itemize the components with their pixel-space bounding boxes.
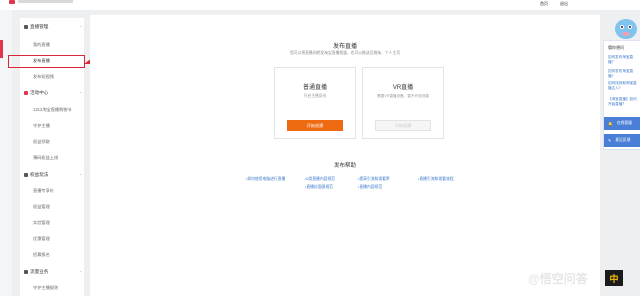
create-normal-live-button[interactable]: 开始创建: [287, 120, 343, 131]
publish-title: 发布直播: [332, 44, 357, 50]
faq-link[interactable]: 如何发布淘宝直播？: [608, 69, 640, 79]
card-title: 普通直播: [302, 85, 327, 91]
help-link[interactable]: 直播内容规范: [358, 185, 382, 190]
help-title: 发布帮助: [333, 163, 356, 169]
publish-subtitle: 您可以将直播间转发淘宝直播频道，也可以推送至微淘、个人主页: [289, 51, 401, 55]
create-vr-live-button: 开始创建: [375, 120, 431, 131]
card-desc: 需要VR直播设备，暂不开放创建: [377, 94, 429, 98]
mascot-icon: [615, 19, 637, 39]
help-link[interactable]: 提高引流和观看率: [358, 177, 389, 182]
watermark-logo: 中: [605, 270, 623, 286]
feedback-label: 意见反馈: [615, 138, 631, 142]
service-label: 在线客服: [616, 121, 632, 125]
help-link[interactable]: 直播引流和观看流程: [418, 177, 453, 182]
online-service-button[interactable]: 🔔 在线客服: [604, 117, 640, 130]
main-panel: 发布直播 您可以将直播间转发淘宝直播频道，也可以推送至微淘、个人主页 普通直播 …: [90, 15, 600, 296]
vr-live-card: VR直播 需要VR直播设备，暂不开放创建 开始创建: [362, 67, 444, 139]
help-float-panel: 猜你想问 如何发布淘宝直播？ 如何发布淘宝直播？ 如何找到和淘宝直播达人？ 【淘…: [603, 19, 640, 150]
help-link[interactable]: 5类直播内容规范: [305, 177, 335, 182]
faq-link[interactable]: 如何找到和淘宝直播达人？: [608, 81, 640, 91]
help-link[interactable]: 直播封面图规范: [305, 185, 333, 190]
faq-link[interactable]: 【淘宝直播】如何开始直播？: [608, 97, 640, 107]
bell-icon: 🔔: [608, 122, 613, 126]
help-link[interactable]: 如何使用电脑进行直播: [246, 177, 285, 182]
card-title: VR直播: [392, 85, 414, 91]
watermark-text: @悟空问答: [528, 272, 588, 286]
feedback-icon: ✎: [608, 139, 612, 143]
card-desc: 开启主播身份: [303, 94, 327, 98]
normal-live-card: 普通直播 开启主播身份 开始创建: [274, 67, 356, 139]
faq-link[interactable]: 如何发布淘宝直播？: [608, 55, 640, 65]
feedback-button[interactable]: ✎ 意见反馈: [604, 134, 640, 147]
float-panel-title: 猜你想问: [608, 45, 624, 50]
